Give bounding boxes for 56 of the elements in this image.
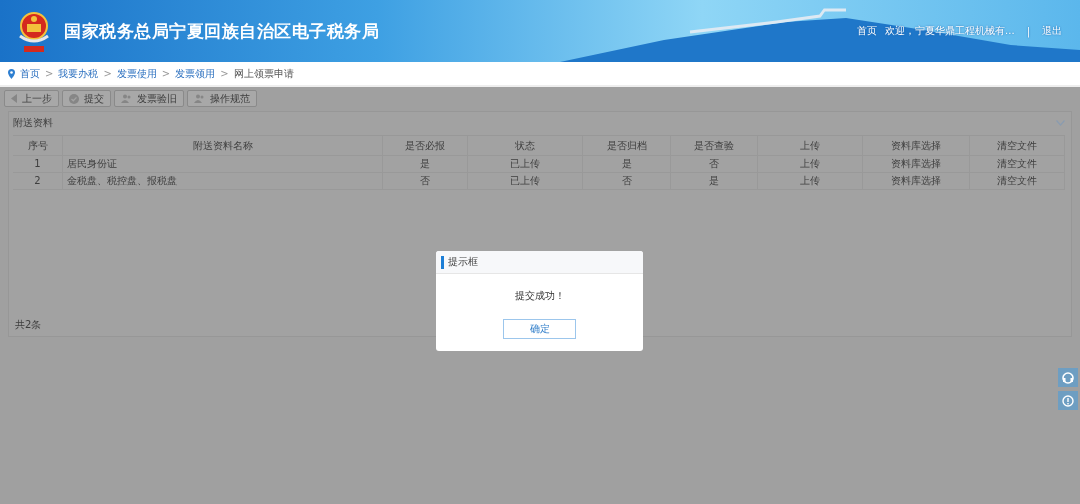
confirm-button[interactable]: 确定 xyxy=(503,319,576,339)
headset-icon[interactable] xyxy=(1058,368,1078,387)
check-circle-icon xyxy=(69,93,79,104)
column-header: 资料库选择 xyxy=(863,136,970,156)
table-link[interactable]: 资料库选择 xyxy=(863,173,970,190)
table-cell: 2 xyxy=(13,173,63,190)
table-cell: 1 xyxy=(13,156,63,173)
people-icon xyxy=(121,94,132,103)
column-header: 是否必报 xyxy=(383,136,468,156)
column-header: 是否归档 xyxy=(583,136,671,156)
table-cell: 居民身份证 xyxy=(63,156,383,173)
table-link[interactable]: 资料库选择 xyxy=(863,156,970,173)
alert-icon[interactable] xyxy=(1058,391,1078,410)
breadcrumb-separator: > xyxy=(103,68,112,79)
breadcrumb-separator: > xyxy=(220,68,229,79)
column-header: 序号 xyxy=(13,136,63,156)
dialog-message: 提交成功！ xyxy=(514,289,565,303)
breadcrumb-item[interactable]: 首页 xyxy=(20,66,40,81)
table-cell: 是 xyxy=(583,156,671,173)
breadcrumb-separator: > xyxy=(45,68,54,79)
column-header: 上传 xyxy=(758,136,863,156)
record-count: 共2条 xyxy=(15,318,42,332)
table-link[interactable]: 清空文件 xyxy=(970,173,1065,190)
column-header: 是否查验 xyxy=(671,136,758,156)
column-header: 清空文件 xyxy=(970,136,1065,156)
table-link[interactable]: 上传 xyxy=(758,173,863,190)
site-title: 国家税务总局宁夏回族自治区电子税务局 xyxy=(64,19,379,43)
table-cell: 否 xyxy=(383,173,468,190)
location-pin-icon xyxy=(8,68,15,79)
breadcrumb-item[interactable]: 我要办税 xyxy=(58,66,99,81)
toolbar-button[interactable]: 发票验旧 xyxy=(114,90,184,107)
table-cell: 是 xyxy=(383,156,468,173)
table-cell: 是 xyxy=(671,173,758,190)
table-link[interactable]: 清空文件 xyxy=(970,156,1065,173)
table-link[interactable]: 上传 xyxy=(758,156,863,173)
table-cell: 否 xyxy=(583,173,671,190)
nav-separator: | xyxy=(1026,25,1030,37)
breadcrumb-separator: > xyxy=(161,68,171,79)
welcome-text: 欢迎，宁夏华鼎工程机械有... xyxy=(885,24,1015,38)
breadcrumb-item[interactable]: 发票领用 xyxy=(175,66,216,81)
table-cell: 已上传 xyxy=(468,156,583,173)
home-link[interactable]: 首页 xyxy=(857,24,878,38)
people-icon xyxy=(194,94,205,103)
column-header: 状态 xyxy=(468,136,583,156)
title-accent-icon xyxy=(441,255,444,269)
toolbar-button[interactable]: 提交 xyxy=(62,90,111,107)
toolbar-button[interactable]: 操作规范 xyxy=(187,90,257,107)
table-cell: 否 xyxy=(671,156,758,173)
dialog-title: 提示框 xyxy=(448,255,478,269)
panel-title: 附送资料 xyxy=(13,115,53,130)
breadcrumb-item[interactable]: 网上领票申请 xyxy=(233,66,294,81)
table-cell: 已上传 xyxy=(468,173,583,190)
breadcrumb-item[interactable]: 发票使用 xyxy=(116,66,157,81)
left-triangle-icon xyxy=(11,94,17,103)
column-header: 附送资料名称 xyxy=(63,136,383,156)
table-cell: 金税盘、税控盘、报税盘 xyxy=(63,173,383,190)
